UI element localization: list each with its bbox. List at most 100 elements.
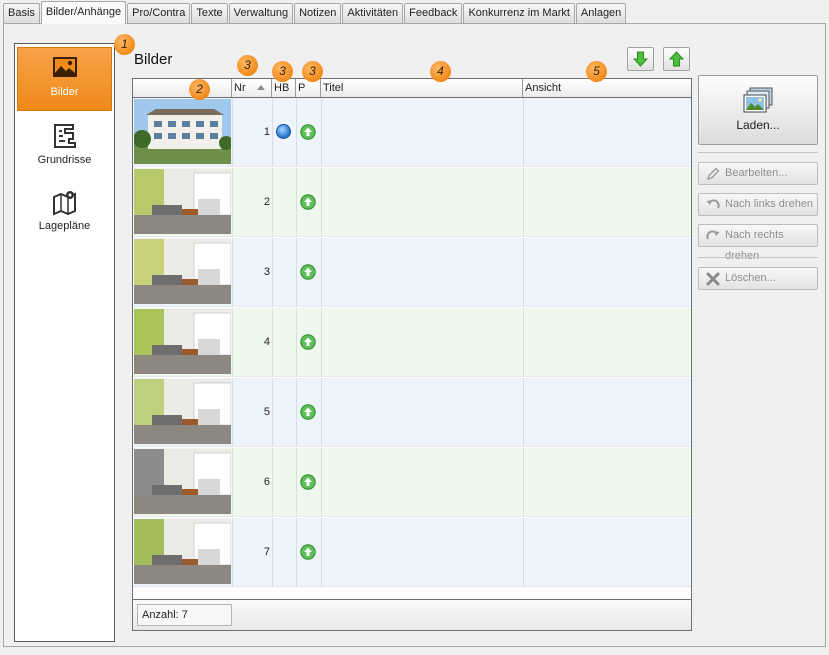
table-row[interactable]: 1	[133, 98, 691, 167]
tab-pro-contra[interactable]: Pro/Contra	[127, 3, 191, 24]
delete-button[interactable]: Löschen...	[698, 267, 818, 290]
title-cell[interactable]	[322, 98, 522, 167]
table-row[interactable]: 6	[133, 448, 691, 517]
callout-1: 1	[114, 34, 135, 55]
tab-basis[interactable]: Basis	[3, 3, 40, 24]
publish-arrow-up-icon[interactable]	[300, 124, 316, 140]
image-grid: Nr HB P Titel Ansicht 1 2 3 4 5 6 7 Anzahl: 7	[132, 78, 692, 631]
edit-button-label: Bearbeiten...	[725, 167, 788, 179]
table-row[interactable]: 7	[133, 518, 691, 587]
column-header-nr[interactable]: Nr	[232, 79, 272, 97]
page-title: Bilder	[134, 51, 173, 68]
view-cell[interactable]	[524, 308, 690, 377]
arrow-down-icon	[632, 51, 649, 67]
tab-bilder-anhaenge[interactable]: Bilder/Anhänge	[40, 1, 127, 24]
column-divider	[272, 98, 273, 167]
sidebar-item-bilder[interactable]: Bilder	[17, 47, 112, 111]
image-thumbnail[interactable]	[134, 169, 231, 234]
move-down-button[interactable]	[627, 47, 654, 71]
tab-notizen[interactable]: Notizen	[294, 3, 342, 24]
column-divider	[272, 238, 273, 307]
edit-button[interactable]: Bearbeiten...	[698, 162, 818, 185]
column-header-p[interactable]: P	[296, 79, 321, 97]
grid-rows: 1 2 3 4 5 6 7	[133, 98, 691, 587]
image-thumbnail[interactable]	[134, 239, 231, 304]
sidebar-item-grundrisse[interactable]: Grundrisse	[17, 116, 112, 180]
view-cell[interactable]	[524, 378, 690, 447]
title-cell[interactable]	[322, 518, 522, 587]
title-cell[interactable]	[322, 168, 522, 237]
rotate-right-button[interactable]: Nach rechts drehen	[698, 224, 818, 262]
title-cell[interactable]	[322, 378, 522, 447]
column-header-ansicht[interactable]: Ansicht	[523, 79, 691, 97]
tab-aktivitaeten[interactable]: Aktivitäten	[342, 3, 404, 24]
image-thumbnail[interactable]	[134, 519, 231, 584]
tab-verwaltung[interactable]: Verwaltung	[228, 3, 294, 24]
column-header-thumbnail[interactable]	[133, 79, 232, 97]
table-row[interactable]: 3	[133, 238, 691, 307]
column-divider	[296, 168, 297, 237]
table-row[interactable]: 5	[133, 378, 691, 447]
image-thumbnail[interactable]	[134, 379, 231, 444]
view-cell[interactable]	[524, 168, 690, 237]
grid-header: Nr HB P Titel Ansicht	[133, 79, 691, 98]
rotate-left-button[interactable]: Nach links drehen	[698, 193, 818, 216]
delete-button-label: Löschen...	[725, 272, 776, 284]
view-cell[interactable]	[524, 238, 690, 307]
image-icon	[52, 57, 77, 77]
image-thumbnail[interactable]	[134, 449, 231, 514]
column-header-label: Nr	[234, 82, 246, 94]
tab-feedback[interactable]: Feedback	[404, 3, 463, 24]
image-thumbnail[interactable]	[134, 309, 231, 374]
grid-footer: Anzahl: 7	[133, 599, 691, 630]
load-button[interactable]: Laden...	[698, 75, 818, 145]
column-divider	[296, 98, 297, 167]
callout-4: 4	[430, 61, 451, 82]
callout-2: 2	[189, 79, 210, 100]
column-divider	[296, 378, 297, 447]
title-cell[interactable]	[322, 308, 522, 377]
callout-3c: 3	[302, 61, 323, 82]
view-cell[interactable]	[524, 518, 690, 587]
category-sidebar: Bilder Grundrisse Lagepläne	[14, 43, 115, 642]
column-divider	[272, 308, 273, 377]
arrow-up-icon	[668, 51, 685, 67]
publish-arrow-up-icon[interactable]	[300, 334, 316, 350]
row-number: 2	[263, 196, 270, 208]
publish-arrow-up-icon[interactable]	[300, 264, 316, 280]
move-up-button[interactable]	[663, 47, 690, 71]
rotate-left-icon	[706, 199, 720, 209]
publish-arrow-up-icon[interactable]	[300, 544, 316, 560]
sidebar-item-lageplaene[interactable]: Lagepläne	[17, 182, 112, 246]
row-number: 4	[263, 336, 270, 348]
sidebar-item-label: Bilder	[50, 86, 79, 98]
sidebar-item-label: Grundrisse	[37, 154, 92, 166]
title-cell[interactable]	[322, 238, 522, 307]
row-number: 6	[263, 476, 270, 488]
divider	[698, 257, 818, 258]
pencil-icon	[707, 167, 720, 180]
count-label: Anzahl: 7	[137, 604, 232, 626]
publish-arrow-up-icon[interactable]	[300, 194, 316, 210]
title-cell[interactable]	[322, 448, 522, 517]
tab-anlagen[interactable]: Anlagen	[575, 3, 627, 24]
column-divider	[272, 378, 273, 447]
column-header-titel[interactable]: Titel	[321, 79, 523, 97]
main-image-radio-icon[interactable]	[276, 124, 291, 139]
publish-arrow-up-icon[interactable]	[300, 474, 316, 490]
row-number: 5	[263, 406, 270, 418]
floorplan-icon	[53, 124, 76, 148]
delete-x-icon	[706, 272, 720, 286]
table-row[interactable]: 2	[133, 168, 691, 237]
images-stack-icon	[743, 87, 773, 113]
image-thumbnail[interactable]	[134, 99, 231, 164]
tab-texte[interactable]: Texte	[191, 3, 228, 24]
callout-3a: 3	[237, 55, 258, 76]
view-cell[interactable]	[524, 448, 690, 517]
view-cell[interactable]	[524, 98, 690, 167]
column-divider	[272, 168, 273, 237]
table-row[interactable]: 4	[133, 308, 691, 377]
publish-arrow-up-icon[interactable]	[300, 404, 316, 420]
rotate-right-icon	[706, 230, 720, 240]
tab-konkurrenz[interactable]: Konkurrenz im Markt	[463, 3, 575, 24]
